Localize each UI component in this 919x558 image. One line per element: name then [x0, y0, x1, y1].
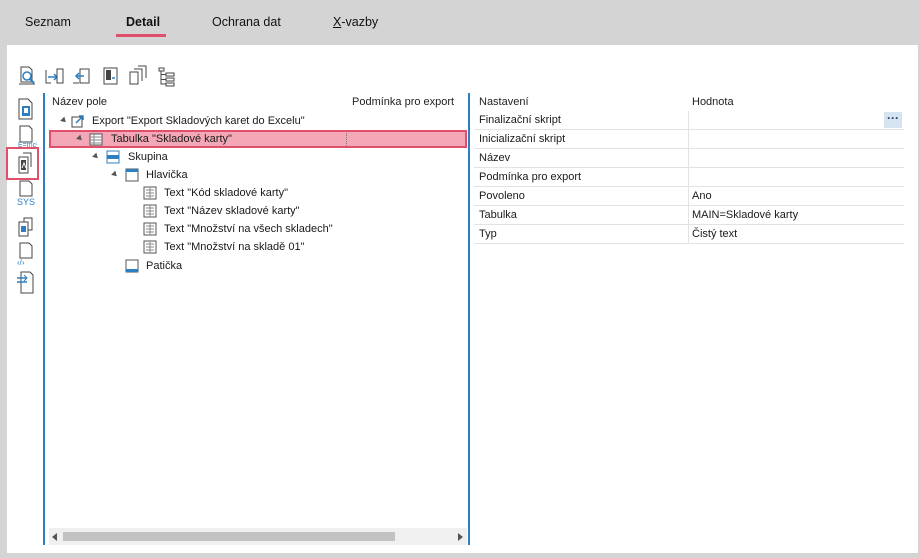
property-name: Název — [479, 152, 511, 164]
tree-node-label: Text "Kód skladové karty" — [164, 187, 288, 199]
tab-label: Detail — [126, 15, 161, 29]
tab-label: Seznam — [25, 15, 71, 29]
svg-text:‹/›: ‹/› — [17, 258, 25, 267]
text-field-icon — [143, 240, 157, 254]
scroll-right-icon[interactable] — [458, 533, 463, 541]
property-value[interactable]: Ano — [692, 187, 712, 206]
text-field-icon — [143, 222, 157, 236]
property-name: Tabulka — [479, 209, 517, 221]
tree-column-condition-header: Podmínka pro export — [352, 96, 455, 108]
insert-into-icon — [45, 68, 64, 84]
expanded-arrow-icon[interactable] — [76, 134, 84, 143]
tab-label: -vazby — [341, 15, 379, 29]
tree-node-label: Export "Export Skladových karet do Excel… — [92, 115, 305, 127]
split-doc-icon — [17, 271, 34, 294]
tree-node-table[interactable]: Tabulka "Skladové karty" — [49, 130, 467, 148]
property-name: Typ — [479, 228, 497, 240]
insert-after-icon — [73, 68, 90, 84]
text-field-icon — [143, 186, 157, 200]
property-row[interactable]: Podmínka pro export — [474, 168, 904, 187]
side-split-button[interactable] — [11, 270, 41, 294]
tree-horizontal-scrollbar[interactable] — [49, 528, 467, 545]
section-icon — [103, 67, 118, 85]
footer-section-icon — [125, 259, 139, 273]
copy-button[interactable] — [127, 65, 147, 85]
system-variable-icon: SYS — [17, 180, 35, 206]
tree-node-label: Text "Množství na všech skladech" — [164, 223, 333, 235]
formula-icon: E=mc² — [18, 125, 37, 148]
tree-node-footer[interactable]: Patička — [49, 257, 467, 275]
property-value[interactable]: MAIN=Skladové karty — [692, 206, 798, 225]
code-doc-icon: ‹/› — [17, 242, 33, 267]
side-copy-button[interactable] — [11, 216, 41, 238]
property-row[interactable]: Název — [474, 149, 904, 168]
tree-column-name-header: Název pole — [52, 96, 108, 108]
tree-node-text-field[interactable]: Text "Množství na skladě 01" — [49, 238, 467, 256]
tree-node-group[interactable]: Skupina — [49, 148, 467, 166]
side-system-button[interactable]: SYS — [11, 180, 41, 206]
property-row[interactable]: Inicializační skript — [474, 130, 904, 149]
text-field-icon — [143, 204, 157, 218]
property-row[interactable]: Typ Čistý text — [474, 225, 904, 244]
tab-x-vazby[interactable]: X-vazby — [333, 8, 378, 36]
tab-ochrana-dat[interactable]: Ochrana dat — [212, 8, 281, 36]
expanded-arrow-icon[interactable] — [111, 170, 119, 179]
tree-node-label: Text "Název skladové karty" — [164, 205, 300, 217]
side-formula-button[interactable]: E=mc² — [11, 124, 41, 148]
tree-node-label: Patička — [146, 260, 183, 272]
tree-node-header[interactable]: Hlavička — [49, 166, 467, 184]
edit-script-button[interactable]: ··· — [884, 112, 902, 128]
tree-node-label: Tabulka "Skladové karty" — [111, 133, 232, 145]
side-text-field-button[interactable] — [11, 151, 41, 174]
tree-node-label: Skupina — [128, 151, 168, 163]
tree-node-label: Hlavička — [146, 169, 188, 181]
property-name: Finalizační skript — [479, 114, 561, 126]
expanded-arrow-icon[interactable] — [60, 116, 68, 125]
tree-node-text-field[interactable]: Text "Název skladové karty" — [49, 202, 467, 220]
side-xml-button[interactable]: ‹/› — [11, 242, 41, 267]
property-row[interactable]: Tabulka MAIN=Skladové karty — [474, 206, 904, 225]
property-row[interactable]: Povoleno Ano — [474, 187, 904, 206]
sidebar-divider — [43, 93, 45, 545]
property-name: Podmínka pro export — [479, 171, 582, 183]
export-icon — [71, 115, 84, 128]
scroll-left-icon[interactable] — [52, 533, 57, 541]
copy-doc-icon — [18, 217, 33, 237]
tree-node-label: Text "Množství na skladě 01" — [164, 241, 305, 253]
table-doc-icon — [18, 98, 33, 120]
property-value[interactable]: Čistý text — [692, 225, 737, 244]
preview-button[interactable] — [17, 65, 37, 85]
table-icon — [89, 133, 103, 146]
tree-structure-icon — [158, 67, 175, 87]
tree-node-text-field[interactable]: Text "Kód skladové karty" — [49, 184, 467, 202]
expanded-arrow-icon[interactable] — [92, 152, 100, 161]
property-name: Inicializační skript — [479, 133, 566, 145]
svg-text:SYS: SYS — [17, 197, 35, 206]
scroll-thumb[interactable] — [63, 532, 395, 541]
header-section-icon — [125, 168, 139, 182]
section-button[interactable] — [100, 65, 120, 85]
active-tab-indicator — [116, 34, 166, 37]
property-row[interactable]: Finalizační skript — [474, 111, 904, 130]
add-child-button[interactable] — [44, 65, 64, 85]
tab-seznam[interactable]: Seznam — [25, 8, 71, 36]
tree-node-text-field[interactable]: Text "Množství na všech skladech" — [49, 220, 467, 238]
tree-node-export[interactable]: Export "Export Skladových karet do Excel… — [49, 112, 467, 130]
pane-splitter[interactable] — [468, 93, 470, 545]
property-name: Povoleno — [479, 190, 525, 202]
tab-label: Ochrana dat — [212, 15, 281, 29]
copy-icon — [129, 65, 147, 85]
props-column-value-header: Hodnota — [692, 96, 734, 108]
text-field-icon — [18, 152, 32, 174]
tree-structure-button[interactable] — [157, 65, 177, 87]
preview-icon — [19, 66, 35, 85]
side-table-button[interactable] — [11, 97, 41, 120]
tab-detail[interactable]: Detail — [126, 8, 160, 36]
props-column-setting-header: Nastavení — [479, 96, 529, 108]
add-sibling-button[interactable] — [71, 65, 91, 85]
group-icon — [106, 150, 120, 164]
